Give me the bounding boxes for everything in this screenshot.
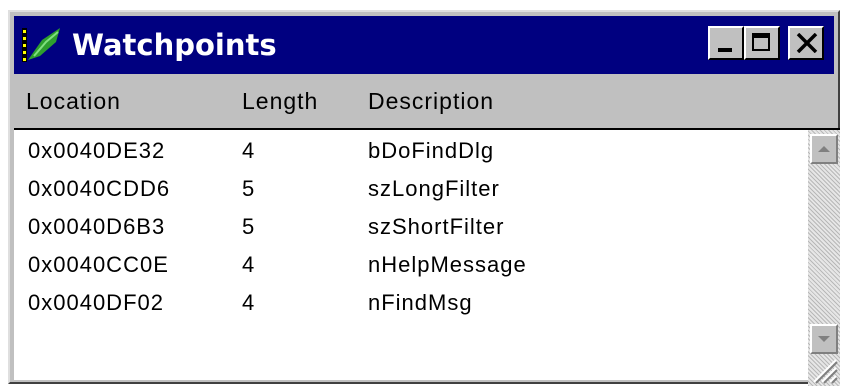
table-row[interactable]: 0x0040CC0E 4 nHelpMessage — [14, 246, 794, 284]
vertical-scrollbar[interactable] — [808, 128, 840, 386]
row-location: 0x0040CC0E — [28, 252, 169, 277]
resize-grip-icon[interactable] — [810, 356, 838, 384]
column-header-length[interactable]: Length — [242, 88, 318, 115]
row-description: nHelpMessage — [368, 252, 527, 277]
row-location: 0x0040DF02 — [28, 290, 164, 315]
title-bar[interactable]: Watchpoints — [14, 16, 834, 74]
table-row[interactable]: 0x0040DE32 4 bDoFindDlg — [14, 132, 794, 170]
row-location: 0x0040CDD6 — [28, 176, 171, 201]
row-description: szLongFilter — [368, 176, 500, 201]
table-row[interactable]: 0x0040DF02 4 nFindMsg — [14, 284, 794, 322]
close-icon — [796, 33, 818, 53]
row-length: 4 — [242, 290, 256, 315]
column-header: Location Length Description — [14, 74, 834, 128]
row-length: 4 — [242, 252, 256, 277]
row-length: 5 — [242, 176, 256, 201]
maximize-icon — [752, 33, 770, 51]
close-button[interactable] — [788, 26, 824, 60]
watchpoints-window: Watchpoints Location Length Description … — [8, 10, 840, 386]
watchpoint-list[interactable]: 0x0040DE32 4 bDoFindDlg 0x0040CDD6 5 szL… — [14, 128, 808, 380]
row-location: 0x0040DE32 — [28, 138, 166, 163]
row-length: 4 — [242, 138, 256, 163]
minimize-button[interactable] — [708, 26, 744, 60]
row-length: 5 — [242, 214, 256, 239]
minimize-icon — [718, 48, 732, 52]
table-row[interactable]: 0x0040D6B3 5 szShortFilter — [14, 208, 794, 246]
column-header-location[interactable]: Location — [26, 88, 121, 115]
window-title: Watchpoints — [72, 28, 277, 62]
arrow-down-icon — [818, 336, 830, 342]
column-header-description[interactable]: Description — [368, 88, 494, 115]
row-description: szShortFilter — [368, 214, 505, 239]
scroll-up-button[interactable] — [810, 134, 838, 164]
scroll-down-button[interactable] — [810, 324, 838, 354]
row-description: nFindMsg — [368, 290, 473, 315]
arrow-up-icon — [818, 146, 830, 152]
table-row[interactable]: 0x0040CDD6 5 szLongFilter — [14, 170, 794, 208]
watchpoints-app-icon — [20, 26, 62, 64]
row-location: 0x0040D6B3 — [28, 214, 166, 239]
maximize-button[interactable] — [744, 26, 780, 60]
row-description: bDoFindDlg — [368, 138, 495, 163]
